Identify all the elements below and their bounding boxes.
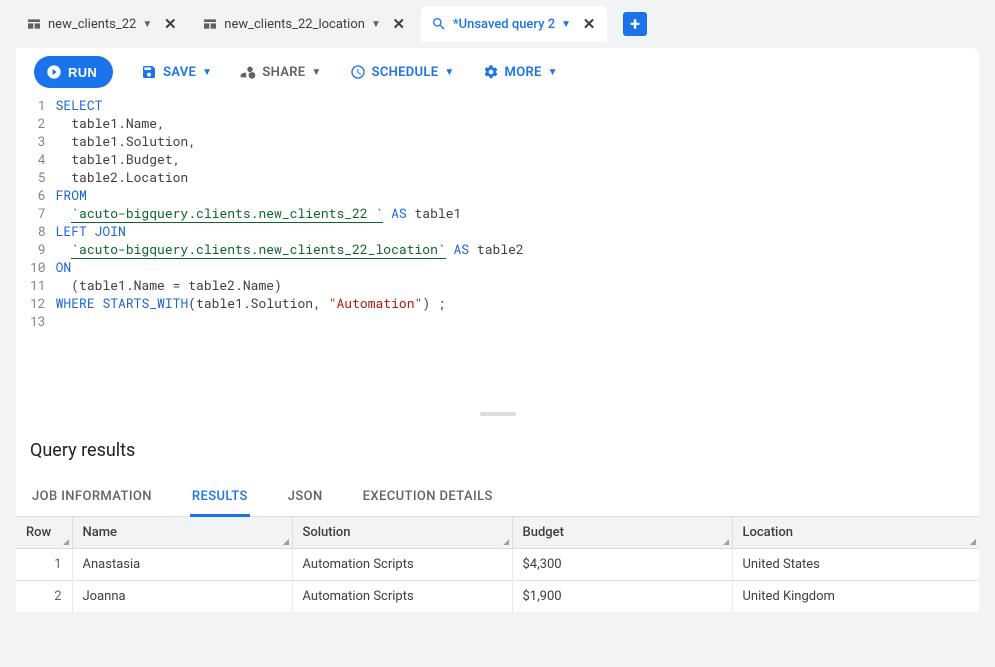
sql-editor[interactable]: 12345678910111213 SELECT table1.Name, ta… — [16, 96, 979, 406]
chevron-down-icon: ▼ — [548, 67, 558, 78]
code-line[interactable]: table1.Solution, — [56, 132, 979, 150]
line-number: 11 — [30, 276, 46, 294]
code-area[interactable]: SELECT table1.Name, table1.Solution, tab… — [56, 96, 979, 394]
cell: United Kingdom — [732, 581, 979, 613]
share-button[interactable]: SHARE ▼ — [240, 64, 321, 80]
results-title: Query results — [16, 434, 979, 479]
cell: Anastasia — [72, 549, 292, 581]
results-panel: Query results JOB INFORMATION RESULTS JSON… — [16, 422, 979, 612]
query-icon — [431, 16, 447, 32]
cell: United States — [732, 549, 979, 581]
code-line[interactable]: FROM — [56, 186, 979, 204]
line-number: 5 — [30, 168, 46, 186]
save-button[interactable]: SAVE ▼ — [141, 64, 212, 80]
tab-unsaved-query-2[interactable]: *Unsaved query 2 ▼ ✕ — [421, 6, 607, 42]
more-label: MORE — [505, 65, 542, 80]
line-gutter: 12345678910111213 — [16, 96, 56, 394]
line-number: 6 — [30, 186, 46, 204]
table-icon — [202, 16, 218, 32]
line-number: 2 — [30, 114, 46, 132]
results-tab-results[interactable]: RESULTS — [190, 479, 250, 517]
save-icon — [141, 64, 157, 80]
cell: $4,300 — [512, 549, 732, 581]
tab-label: new_clients_22 — [48, 17, 136, 32]
column-header-location[interactable]: Location — [732, 517, 979, 549]
run-label: RUN — [68, 65, 97, 80]
code-line[interactable]: SELECT — [56, 96, 979, 114]
tab-new-clients-22-location[interactable]: new_clients_22_location ▼ ✕ — [192, 6, 417, 42]
share-label: SHARE — [262, 65, 305, 80]
line-number: 3 — [30, 132, 46, 150]
table-row[interactable]: 1AnastasiaAutomation Scripts$4,300United… — [16, 549, 979, 581]
tab-label: new_clients_22_location — [224, 17, 365, 32]
cell: 1 — [16, 549, 72, 581]
column-header-budget[interactable]: Budget — [512, 517, 732, 549]
run-button[interactable]: RUN — [34, 56, 113, 88]
code-line[interactable]: table2.Location — [56, 168, 979, 186]
code-line[interactable]: `acuto-bigquery.clients.new_clients_22 `… — [56, 204, 979, 222]
chevron-down-icon: ▼ — [444, 67, 454, 78]
results-table: RowNameSolutionBudgetLocation 1Anastasia… — [16, 517, 979, 612]
cell: 2 — [16, 581, 72, 613]
add-tab-button[interactable]: + — [623, 12, 647, 36]
line-number: 4 — [30, 150, 46, 168]
table-row[interactable]: 2JoannaAutomation Scripts$1,900United Ki… — [16, 581, 979, 613]
cell: Automation Scripts — [292, 581, 512, 613]
chevron-down-icon[interactable]: ▼ — [142, 19, 152, 30]
close-icon[interactable]: ✕ — [162, 16, 178, 32]
gear-icon — [483, 64, 499, 80]
query-panel: RUN SAVE ▼ SHARE ▼ SCHEDULE ▼ MORE ▼ 123… — [16, 48, 979, 406]
column-header-row[interactable]: Row — [16, 517, 72, 549]
line-number: 13 — [30, 312, 46, 330]
code-line[interactable]: LEFT JOIN — [56, 222, 979, 240]
line-number: 12 — [30, 294, 46, 312]
cell: Joanna — [72, 581, 292, 613]
line-number: 9 — [30, 240, 46, 258]
line-number: 7 — [30, 204, 46, 222]
code-line[interactable]: `acuto-bigquery.clients.new_clients_22_l… — [56, 240, 979, 258]
save-label: SAVE — [163, 65, 196, 80]
code-line[interactable]: (table1.Name = table2.Name) — [56, 276, 979, 294]
chevron-down-icon[interactable]: ▼ — [371, 19, 381, 30]
column-header-name[interactable]: Name — [72, 517, 292, 549]
close-icon[interactable]: ✕ — [581, 16, 597, 32]
table-icon — [26, 16, 42, 32]
results-tab-job-information[interactable]: JOB INFORMATION — [30, 479, 154, 517]
chevron-down-icon[interactable]: ▼ — [561, 19, 571, 30]
line-number: 10 — [30, 258, 46, 276]
code-line[interactable]: ON — [56, 258, 979, 276]
schedule-label: SCHEDULE — [372, 65, 439, 80]
toolbar: RUN SAVE ▼ SHARE ▼ SCHEDULE ▼ MORE ▼ — [16, 48, 979, 96]
code-line[interactable]: table1.Budget, — [56, 150, 979, 168]
schedule-button[interactable]: SCHEDULE ▼ — [350, 64, 455, 80]
results-tab-json[interactable]: JSON — [286, 479, 325, 517]
code-line[interactable]: table1.Name, — [56, 114, 979, 132]
line-number: 8 — [30, 222, 46, 240]
code-line[interactable] — [56, 312, 979, 330]
close-icon[interactable]: ✕ — [391, 16, 407, 32]
more-button[interactable]: MORE ▼ — [483, 64, 558, 80]
line-number: 1 — [30, 96, 46, 114]
column-header-solution[interactable]: Solution — [292, 517, 512, 549]
share-icon — [240, 64, 256, 80]
results-tab-execution-details[interactable]: EXECUTION DETAILS — [361, 479, 495, 517]
resize-handle[interactable] — [16, 406, 979, 422]
chevron-down-icon: ▼ — [311, 67, 321, 78]
cell: Automation Scripts — [292, 549, 512, 581]
play-icon — [46, 64, 62, 80]
clock-icon — [350, 64, 366, 80]
code-line[interactable]: WHERE STARTS_WITH(table1.Solution, "Auto… — [56, 294, 979, 312]
tabs-bar: new_clients_22 ▼ ✕ new_clients_22_locati… — [0, 0, 995, 48]
results-tabs: JOB INFORMATION RESULTS JSON EXECUTION DETA… — [16, 479, 979, 517]
tab-new-clients-22[interactable]: new_clients_22 ▼ ✕ — [16, 6, 188, 42]
tab-label: *Unsaved query 2 — [453, 17, 555, 32]
cell: $1,900 — [512, 581, 732, 613]
chevron-down-icon: ▼ — [202, 67, 212, 78]
